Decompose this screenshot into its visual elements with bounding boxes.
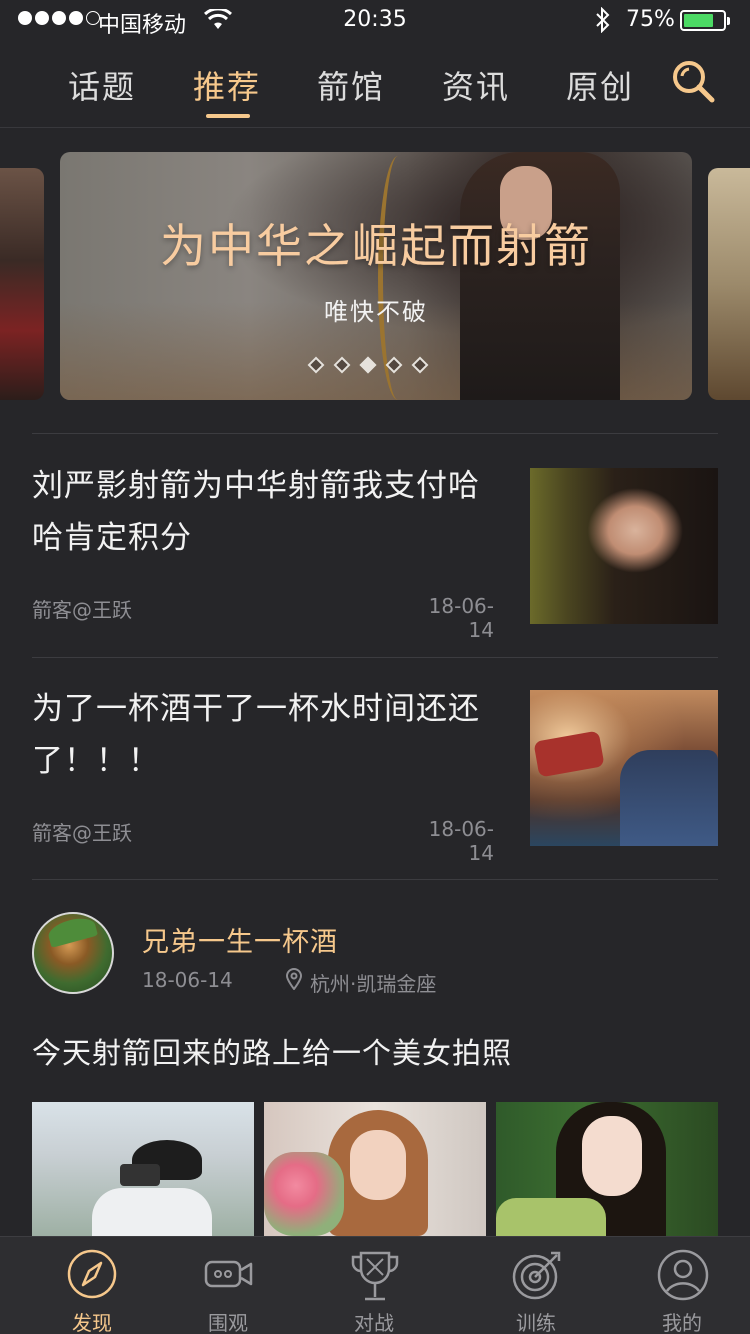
article-date: 18-06-14 (428, 594, 494, 642)
user-icon (657, 1249, 709, 1301)
carousel-dot (307, 356, 325, 374)
post-photo[interactable] (32, 1102, 254, 1236)
tab-profile[interactable]: 我的 (622, 1237, 742, 1334)
banner-carousel[interactable]: 为中华之崛起而射箭 唯快不破 (0, 152, 750, 400)
article-author: 箭客@王跃 (32, 821, 132, 845)
post-date: 18-06-14 (142, 968, 233, 992)
top-tab-bar: 话题 推荐 箭馆 资讯 原创 (0, 40, 750, 128)
tab-training[interactable]: 训练 (476, 1237, 596, 1334)
banner-title: 为中华之崛起而射箭 (160, 219, 592, 273)
tab-discover[interactable]: 发现 (32, 1237, 152, 1334)
article-date: 18-06-14 (428, 817, 494, 865)
article-author: 箭客@王跃 (32, 598, 132, 622)
article-item[interactable]: 刘严影射箭为中华射箭我支付哈哈肯定积分 箭客@王跃 18-06-14 (32, 460, 718, 642)
article-item[interactable]: 为了一杯酒干了一杯水时间还还了！！！ 箭客@王跃 18-06-14 (32, 683, 718, 865)
tab-news[interactable]: 资讯 (436, 62, 516, 108)
trophy-icon (351, 1251, 399, 1301)
tab-label: 发现 (72, 1311, 112, 1334)
bluetooth-icon (594, 6, 612, 39)
target-icon (512, 1251, 561, 1300)
tab-label: 围观 (208, 1311, 248, 1334)
post-text: 今天射箭回来的路上给一个美女拍照 (32, 1036, 513, 1070)
carousel-dot (411, 356, 429, 374)
article-thumbnail (530, 690, 718, 846)
post-photo[interactable] (264, 1102, 486, 1236)
post-username[interactable]: 兄弟一生一杯酒 (142, 920, 338, 959)
active-tab-indicator (206, 114, 250, 118)
location-pin-icon (285, 968, 303, 994)
tab-battle[interactable]: 对战 (314, 1237, 434, 1334)
bottom-tab-bar: 发现 围观 对战 训练 我的 (0, 1236, 750, 1334)
video-camera-icon (204, 1260, 253, 1288)
article-title: 刘严影射箭为中华射箭我支付哈哈肯定积分 (32, 468, 480, 556)
article-thumbnail (530, 468, 718, 624)
carousel-dot (333, 356, 351, 374)
compass-icon (67, 1249, 117, 1299)
tab-archery-halls[interactable]: 箭馆 (311, 62, 391, 108)
post-location: 杭州·凯瑞金座 (310, 972, 437, 996)
tab-label: 我的 (662, 1311, 702, 1334)
carousel-page-indicator (307, 356, 429, 374)
tab-watch[interactable]: 围观 (168, 1237, 288, 1334)
tab-label: 训练 (516, 1311, 556, 1334)
banner-prev-slide[interactable] (0, 168, 44, 400)
avatar[interactable] (32, 912, 114, 994)
carousel-dot (385, 356, 403, 374)
tab-label: 对战 (354, 1311, 394, 1334)
tab-recommended[interactable]: 推荐 (187, 62, 267, 108)
carousel-dot-active (359, 356, 377, 374)
post-photo-grid (32, 1102, 718, 1236)
battery-percent: 75% (626, 7, 675, 32)
banner-slide[interactable]: 为中华之崛起而射箭 唯快不破 (60, 152, 692, 400)
article-title: 为了一杯酒干了一杯水时间还还了！！！ (32, 691, 480, 779)
divider (32, 433, 718, 434)
banner-next-slide[interactable] (708, 168, 750, 400)
banner-subtitle: 唯快不破 (324, 298, 428, 326)
search-icon[interactable] (670, 58, 716, 108)
tab-original[interactable]: 原创 (560, 62, 640, 108)
status-bar: 中国移动 20:35 75% (0, 0, 750, 40)
post-photo[interactable] (496, 1102, 718, 1236)
battery-icon (680, 10, 730, 31)
tab-topics[interactable]: 话题 (62, 62, 142, 108)
divider (32, 879, 718, 880)
divider (32, 657, 718, 658)
